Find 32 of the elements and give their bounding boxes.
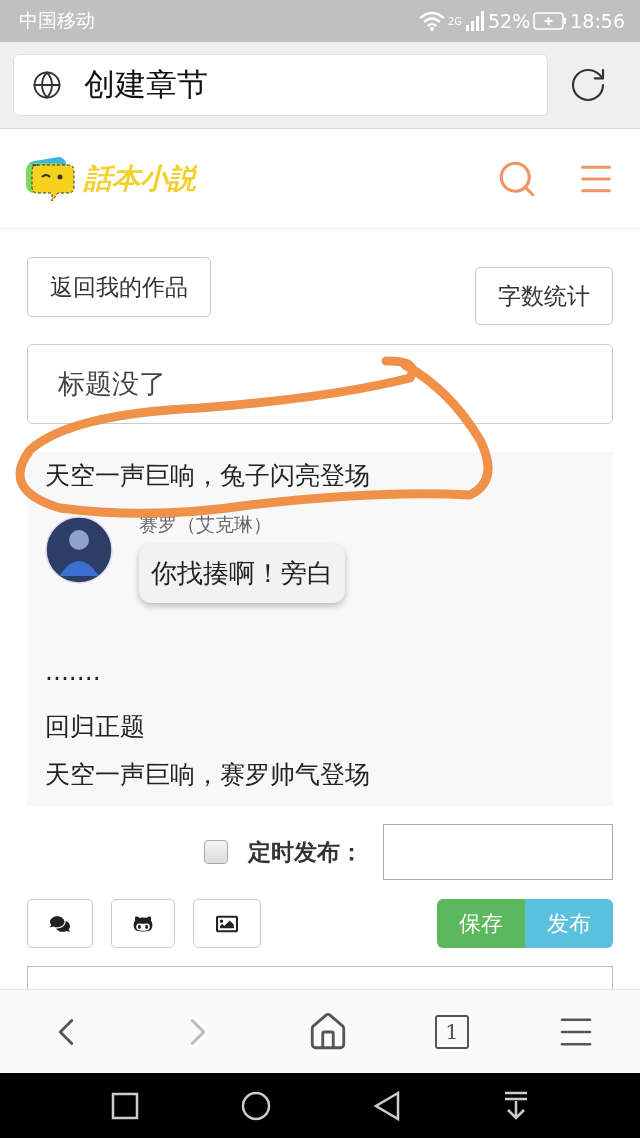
speech-bubble: 你找揍啊！旁白 bbox=[139, 544, 345, 603]
editor-area[interactable]: 天空一声巨响，兔子闪亮登场 赛罗（艾克琳） 你找揍啊！旁白 ······· 回归正题 天空一声巨响，赛罗帅气登场 bbox=[27, 452, 613, 806]
schedule-label: 定时发布： bbox=[248, 837, 363, 867]
address-field[interactable]: 创建章节 bbox=[13, 54, 548, 116]
image-button[interactable] bbox=[193, 899, 261, 948]
paragraph: 回归正题 bbox=[45, 711, 146, 743]
paragraph: 天空一声巨响，兔子闪亮登场 bbox=[45, 460, 371, 492]
checkbox[interactable] bbox=[204, 840, 228, 864]
speaker-name: 赛罗（艾克琳） bbox=[139, 512, 272, 537]
wifi-icon bbox=[418, 11, 445, 31]
cat-button[interactable] bbox=[111, 899, 175, 948]
circle-icon[interactable] bbox=[241, 1090, 271, 1121]
clock: 18:56 bbox=[570, 10, 625, 32]
comments-icon bbox=[50, 913, 70, 934]
avatar bbox=[45, 516, 113, 584]
globe-icon bbox=[32, 70, 62, 100]
comments-button[interactable] bbox=[27, 899, 93, 948]
tab-count[interactable]: 1 bbox=[435, 1014, 469, 1049]
battery-icon bbox=[533, 12, 568, 30]
network-type: 2G bbox=[447, 15, 462, 27]
square-icon[interactable] bbox=[111, 1091, 139, 1120]
signal-icon bbox=[465, 11, 485, 31]
carrier-name: 中国移动 bbox=[19, 8, 95, 33]
pull-down-icon[interactable] bbox=[503, 1090, 529, 1121]
battery-percent: 52% bbox=[488, 10, 531, 32]
title-field[interactable]: 标题没了 bbox=[27, 344, 613, 424]
triangle-icon[interactable] bbox=[373, 1090, 401, 1121]
word-count-button[interactable]: 字数统计 bbox=[475, 267, 613, 325]
back-button[interactable]: 返回我的作品 bbox=[27, 257, 211, 317]
schedule-time-field[interactable] bbox=[383, 824, 613, 880]
paragraph: ······· bbox=[45, 663, 102, 695]
paragraph: 天空一声巨响，赛罗帅气登场 bbox=[45, 759, 371, 791]
